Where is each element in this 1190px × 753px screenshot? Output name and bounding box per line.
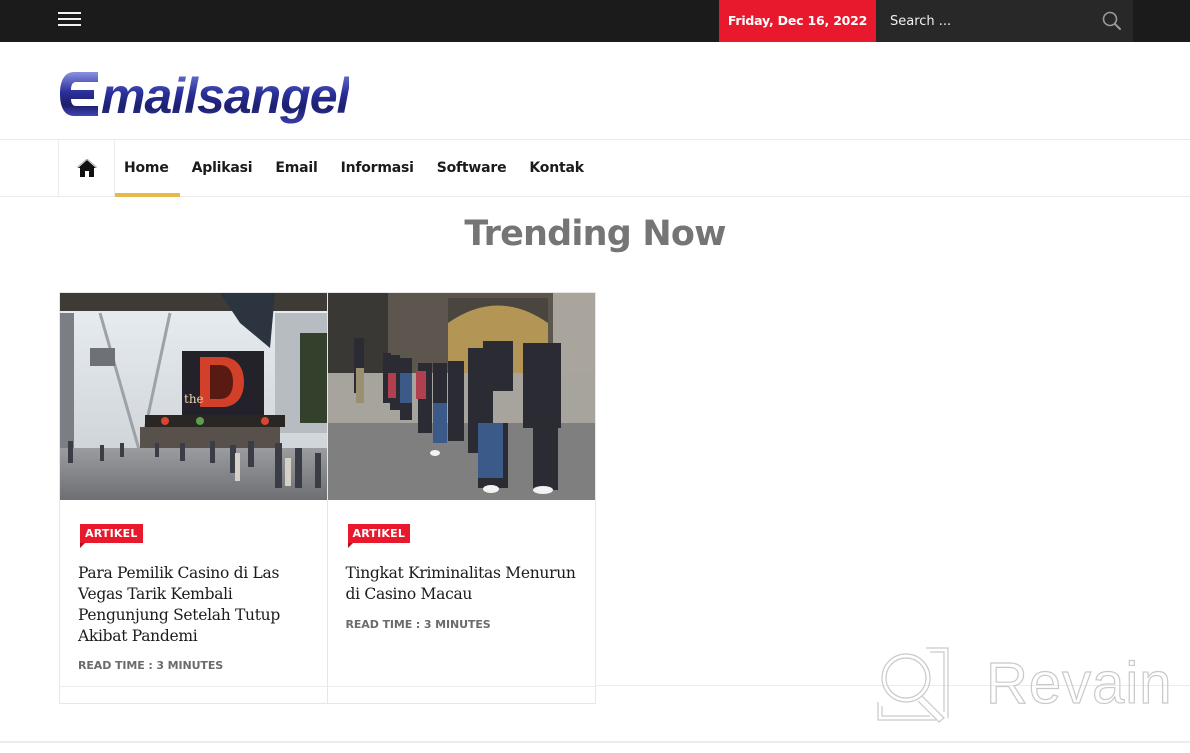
category-badge[interactable]: ARTIKEL <box>347 524 411 548</box>
site-logo[interactable]: mailsangel <box>58 60 350 124</box>
hamburger-menu-icon[interactable] <box>58 12 81 28</box>
article-image[interactable] <box>327 293 595 500</box>
search-form <box>876 0 1133 42</box>
nav-home-button[interactable] <box>58 140 115 197</box>
watermark-text: Revain <box>985 650 1173 716</box>
current-date: Friday, Dec 16, 2022 <box>719 0 876 42</box>
nav-item-email[interactable]: Email <box>264 140 329 197</box>
article-card[interactable]: the ARTIKEL Para Pemilik Casino di Las V… <box>60 293 328 703</box>
read-time: READ TIME : 3 MINUTES <box>345 618 491 631</box>
nav-item-kontak[interactable]: Kontak <box>518 140 595 197</box>
article-image[interactable]: the <box>60 293 327 500</box>
section-title: Trending Now <box>464 214 726 254</box>
category-badge[interactable]: ARTIKEL <box>80 524 143 548</box>
nav-item-home[interactable]: Home <box>115 140 181 197</box>
logo-text: mailsangel <box>101 68 350 124</box>
nav-item-informasi[interactable]: Informasi <box>329 140 425 197</box>
article-title[interactable]: Para Pemilik Casino di Las Vegas Tarik K… <box>78 563 314 647</box>
svg-text:the: the <box>184 392 204 406</box>
revain-watermark: Revain <box>874 646 1172 724</box>
main-nav: Home Aplikasi Email Informasi Software K… <box>0 140 1190 197</box>
search-icon <box>1102 11 1121 30</box>
top-bar: Friday, Dec 16, 2022 <box>0 0 1190 42</box>
page-divider <box>0 741 1190 743</box>
search-button[interactable] <box>1101 10 1123 32</box>
card-divider <box>60 686 327 687</box>
read-time: READ TIME : 3 MINUTES <box>78 659 224 672</box>
nav-menu: Home Aplikasi Email Informasi Software K… <box>115 140 595 197</box>
home-icon <box>77 159 97 177</box>
nav-item-software[interactable]: Software <box>425 140 518 197</box>
logo-e-mark <box>60 72 98 116</box>
article-title[interactable]: Tingkat Kriminalitas Menurun di Casino M… <box>346 563 582 605</box>
site-header: mailsangel <box>0 42 1190 140</box>
revain-logo-icon <box>877 647 949 723</box>
card-divider <box>327 686 595 687</box>
trending-cards: the ARTIKEL Para Pemilik Casino di Las V… <box>59 292 596 704</box>
article-card[interactable]: ARTIKEL Tingkat Kriminalitas Menurun di … <box>327 293 595 703</box>
search-input[interactable] <box>876 0 1086 42</box>
nav-item-aplikasi[interactable]: Aplikasi <box>180 140 264 197</box>
